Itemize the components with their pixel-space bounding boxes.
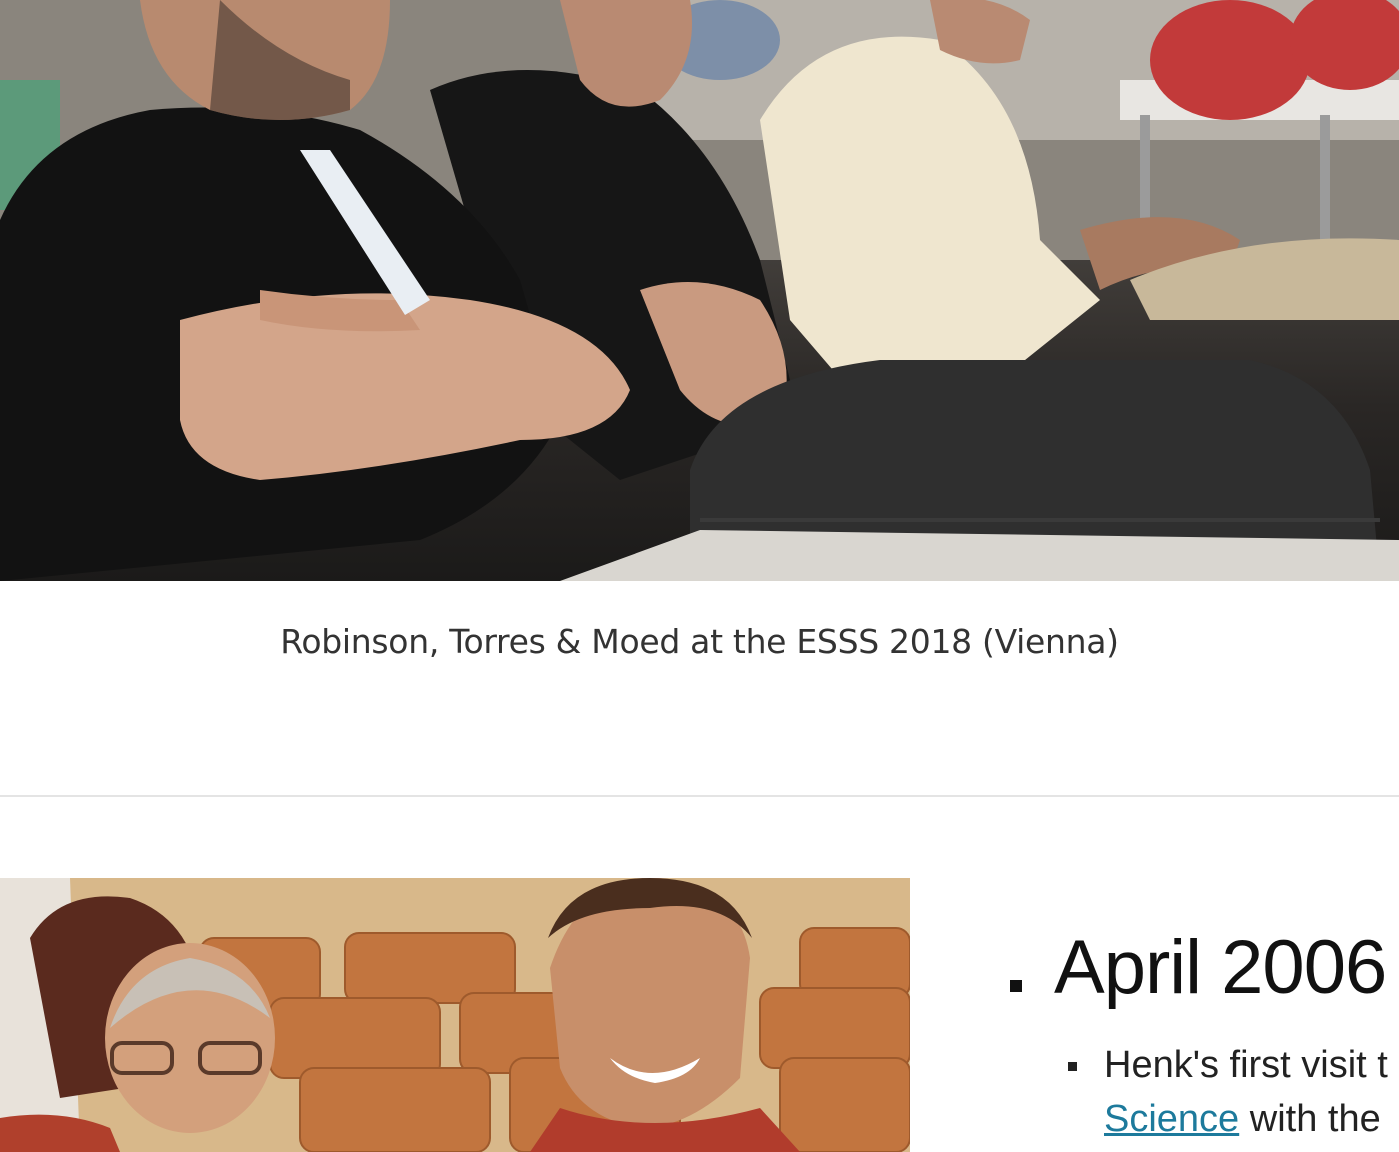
timeline-item-continuation: Science with the	[1104, 1095, 1381, 1143]
conference-photo-esss-2018	[0, 0, 1399, 581]
science-link[interactable]: Science	[1104, 1098, 1239, 1140]
section-divider	[0, 795, 1399, 797]
year-heading: April 2006	[1054, 925, 1387, 1010]
timeline-section: April 2006 Henk's first visit t Science …	[1010, 925, 1399, 1152]
list-bullet	[1068, 1062, 1077, 1071]
auditorium-photo	[0, 878, 910, 1152]
year-bullet	[1010, 980, 1022, 992]
timeline-item-text-after-link: with the	[1239, 1098, 1381, 1140]
page: Robinson, Torres & Moed at the ESSS 2018…	[0, 0, 1399, 1152]
timeline-item-text: Henk's first visit t	[1104, 1044, 1388, 1086]
photo-caption: Robinson, Torres & Moed at the ESSS 2018…	[280, 622, 1119, 661]
